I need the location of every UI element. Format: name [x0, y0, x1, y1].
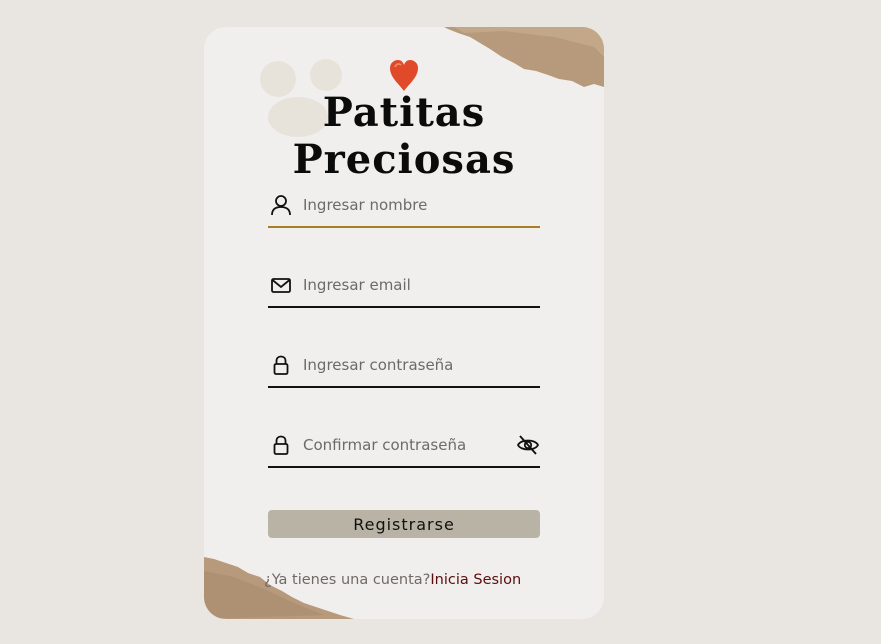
lock-icon: [273, 435, 289, 455]
user-icon: [271, 195, 291, 216]
torn-paper-decoration: [204, 557, 354, 619]
mail-icon: [271, 278, 291, 293]
name-field[interactable]: [268, 186, 540, 228]
torn-paper-decoration: [444, 27, 604, 87]
lock-icon: [273, 355, 289, 375]
name-input[interactable]: [303, 192, 513, 218]
password-field[interactable]: [268, 346, 540, 388]
email-field[interactable]: [268, 266, 540, 308]
login-link[interactable]: Inicia Sesion: [430, 572, 521, 588]
password-input[interactable]: [303, 352, 513, 378]
email-input[interactable]: [303, 272, 513, 298]
register-card: Patitas Preciosas Ingresar nombre Ingres…: [204, 27, 604, 619]
login-prompt-text: ¿Ya tienes una cuenta?: [264, 572, 431, 588]
register-button[interactable]: Registrarse: [268, 510, 540, 538]
confirm-password-input[interactable]: [303, 432, 513, 458]
brand-title: Patitas Preciosas: [292, 89, 516, 183]
eye-off-icon[interactable]: [516, 434, 540, 456]
heart-icon: [390, 60, 418, 91]
login-prompt: ¿Ya tienes una cuenta?Inicia Sesion: [264, 572, 564, 588]
confirm-password-field[interactable]: [268, 426, 540, 468]
